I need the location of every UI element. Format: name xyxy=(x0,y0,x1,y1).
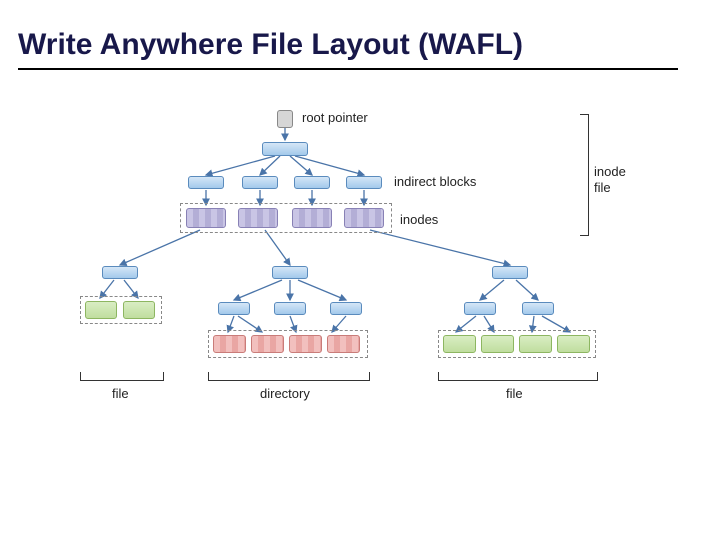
dir-block xyxy=(289,335,322,353)
indirect-block xyxy=(346,176,382,189)
file-left-bracket xyxy=(80,372,164,381)
file-left-label: file xyxy=(112,386,129,401)
dir-indirect xyxy=(274,302,306,315)
indirect-block xyxy=(188,176,224,189)
data-block xyxy=(123,301,155,319)
dir-block xyxy=(213,335,246,353)
inodes-label: inodes xyxy=(400,212,438,227)
data-block xyxy=(481,335,514,353)
inode-block xyxy=(186,208,226,228)
dir-block xyxy=(251,335,284,353)
data-block xyxy=(557,335,590,353)
data-block xyxy=(85,301,117,319)
root-pointer-label: root pointer xyxy=(302,110,368,125)
root-pointer-node xyxy=(277,110,293,128)
inode-block xyxy=(344,208,384,228)
file-right-label: file xyxy=(506,386,523,401)
page-title: Write Anywhere File Layout (WAFL) xyxy=(18,28,523,62)
directory-label: directory xyxy=(260,386,310,401)
file-indirect xyxy=(522,302,554,315)
file-root-right xyxy=(492,266,528,279)
indirect-blocks-label: indirect blocks xyxy=(394,174,476,189)
wafl-diagram: root pointer indirect blocks inodes inod… xyxy=(80,100,640,430)
indirect-block-l1 xyxy=(262,142,308,156)
indirect-block xyxy=(242,176,278,189)
file-root-left xyxy=(102,266,138,279)
inode-block xyxy=(292,208,332,228)
directory-bracket xyxy=(208,372,370,381)
inode-file-bracket xyxy=(580,114,589,236)
dir-block xyxy=(327,335,360,353)
dir-indirect xyxy=(218,302,250,315)
file-indirect xyxy=(464,302,496,315)
data-block xyxy=(519,335,552,353)
inode-file-label: inodefile xyxy=(594,164,626,195)
data-block xyxy=(443,335,476,353)
title-underline xyxy=(18,68,678,70)
file-right-bracket xyxy=(438,372,598,381)
dir-root xyxy=(272,266,308,279)
dir-indirect xyxy=(330,302,362,315)
inode-block xyxy=(238,208,278,228)
indirect-block xyxy=(294,176,330,189)
